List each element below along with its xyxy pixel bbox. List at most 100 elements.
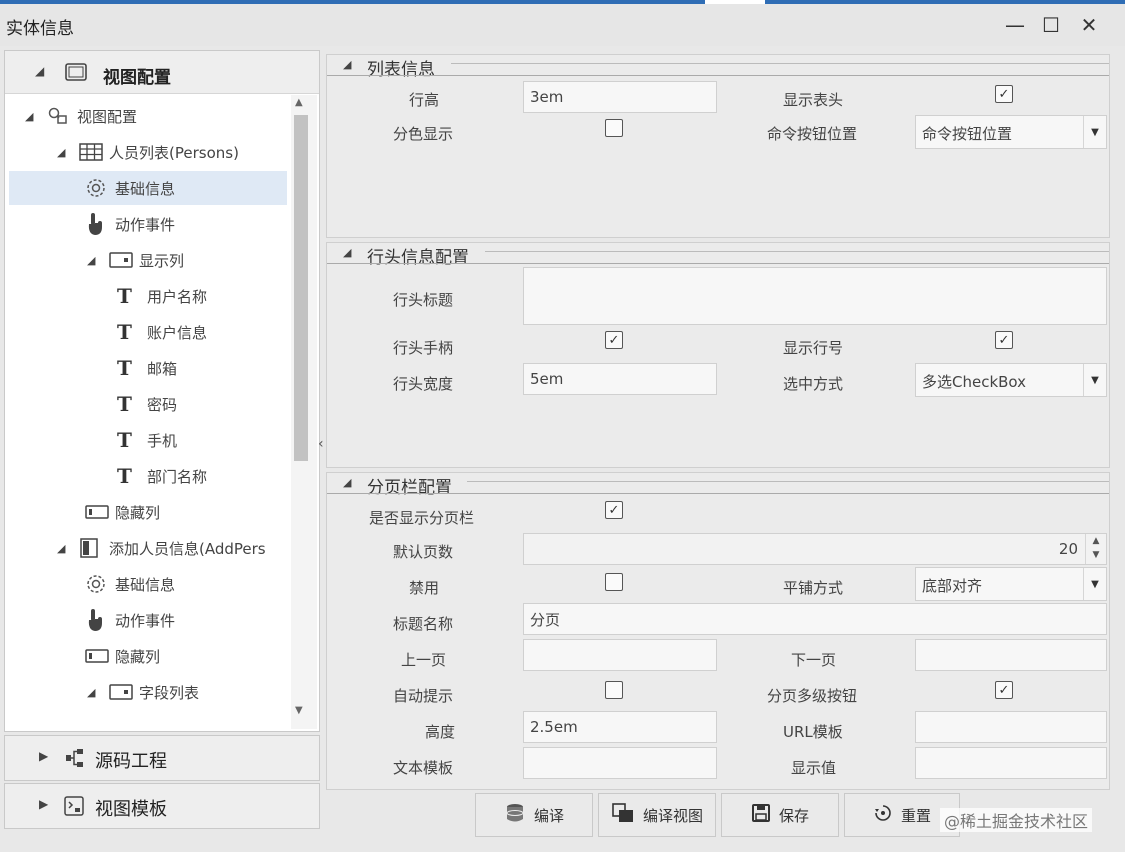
select-mode-value: 多选CheckBox — [922, 373, 1027, 391]
disabled-checkbox[interactable] — [605, 573, 623, 591]
watermark: @稀土掘金技术社区 — [940, 808, 1093, 832]
compile-button[interactable]: 编译 — [475, 793, 593, 837]
tree-node-hidden-columns-2[interactable]: 隐藏列 — [85, 639, 285, 673]
height-input[interactable] — [523, 711, 717, 743]
compile-view-label: 编译视图 — [642, 806, 703, 825]
display-input[interactable] — [915, 747, 1107, 779]
expand-arrow-icon[interactable]: ◢ — [87, 686, 109, 699]
chevron-down-icon[interactable]: ▼ — [1083, 568, 1106, 600]
tree-node-view-config[interactable]: ◢ 视图配置 — [25, 99, 285, 133]
view-config-header[interactable]: ◢ 视图配置 — [5, 51, 319, 94]
tree-node-email[interactable]: T 邮箱 — [117, 351, 287, 385]
show-header-checkbox[interactable]: ✓ — [995, 85, 1013, 103]
accordion-label: 源码工程 — [95, 751, 167, 772]
tree-node-display-columns[interactable]: ◢ 显示列 — [87, 243, 287, 277]
row-header-title-input[interactable] — [523, 267, 1107, 325]
close-button[interactable]: ✕ — [1074, 10, 1104, 40]
caption-label: 标题名称 — [393, 615, 454, 633]
show-rownum-checkbox[interactable]: ✓ — [995, 331, 1013, 349]
row-header-handle-checkbox[interactable]: ✓ — [605, 331, 623, 349]
chevron-down-icon[interactable]: ▼ — [1083, 116, 1106, 148]
expand-arrow-icon[interactable]: ◢ — [57, 542, 79, 555]
tree-node-basic-info-2[interactable]: 基础信息 — [85, 567, 285, 601]
chevron-down-icon[interactable]: ▼ — [1083, 364, 1106, 396]
show-pager-checkbox[interactable]: ✓ — [605, 501, 623, 519]
tree-node-action-events[interactable]: 动作事件 — [85, 207, 285, 241]
expand-arrow-icon[interactable]: ◢ — [57, 146, 79, 159]
expand-arrow-icon[interactable]: ◢ — [87, 254, 109, 267]
tree-node-label: 字段列表 — [139, 683, 200, 702]
tree-node-field-list[interactable]: ◢ 字段列表 — [87, 675, 287, 709]
tree-node-persons[interactable]: ◢ 人员列表(Persons) — [57, 135, 287, 169]
tree-node-label: 动作事件 — [115, 215, 176, 234]
default-pages-spinner[interactable]: 20 ▲ ▼ — [523, 533, 1107, 565]
next-input[interactable] — [915, 639, 1107, 671]
tree-node-username[interactable]: T 用户名称 — [117, 279, 287, 313]
splitter-collapse-icon[interactable]: ‹ — [318, 436, 324, 452]
maximize-button[interactable]: ☐ — [1036, 10, 1066, 40]
save-icon — [751, 803, 771, 827]
url-tpl-input[interactable] — [915, 711, 1107, 743]
multi-btn-checkbox[interactable]: ✓ — [995, 681, 1013, 699]
tree-node-label: 部门名称 — [147, 467, 208, 486]
tree-node-label: 基础信息 — [115, 575, 176, 594]
column-icon — [109, 684, 139, 700]
tile-value: 底部对齐 — [922, 577, 983, 595]
next-label: 下一页 — [791, 651, 837, 669]
row-height-label: 行高 — [409, 91, 440, 109]
alt-color-checkbox[interactable] — [605, 119, 623, 137]
section-header[interactable]: ◢ 行头信息配置 — [327, 243, 1109, 268]
scroll-thumb[interactable] — [294, 115, 308, 461]
text-icon: T — [117, 356, 132, 380]
collapse-arrow-icon[interactable]: ◢ — [343, 476, 351, 489]
prev-input[interactable] — [523, 639, 717, 671]
expand-arrow-icon[interactable]: ◢ — [25, 110, 47, 123]
select-mode-select[interactable]: 多选CheckBox ▼ — [915, 363, 1107, 397]
save-button[interactable]: 保存 — [721, 793, 839, 837]
section-header[interactable]: ◢ 分页栏配置 — [327, 473, 1109, 498]
hand-pointer-icon — [85, 608, 115, 632]
tile-select[interactable]: 底部对齐 ▼ — [915, 567, 1107, 601]
tree-node-action-events-2[interactable]: 动作事件 — [85, 603, 285, 637]
spinner-arrows-icon[interactable]: ▲ ▼ — [1085, 534, 1106, 564]
hand-pointer-icon — [85, 212, 115, 236]
view-config-header-label: 视图配置 — [103, 68, 171, 88]
template-icon — [63, 795, 85, 821]
height-label: 高度 — [425, 723, 456, 741]
copy-icon — [611, 802, 635, 828]
accordion-source-project[interactable]: ▶ 源码工程 — [4, 735, 320, 781]
tree-node-basic-info[interactable]: 基础信息 — [9, 171, 287, 205]
row-header-width-input[interactable] — [523, 363, 717, 395]
text-icon: T — [117, 464, 132, 488]
reset-icon — [873, 803, 893, 827]
window-icon — [65, 63, 87, 85]
scroll-down-icon[interactable]: ▼ — [295, 705, 303, 716]
url-tpl-label: URL模板 — [783, 723, 843, 741]
section-header[interactable]: ◢ 列表信息 — [327, 55, 1109, 80]
cmd-pos-value: 命令按钮位置 — [922, 125, 1013, 143]
row-height-input[interactable] — [523, 81, 717, 113]
accordion-view-template[interactable]: ▶ 视图模板 — [4, 783, 320, 829]
caption-input[interactable] — [523, 603, 1107, 635]
auto-hint-checkbox[interactable] — [605, 681, 623, 699]
gear-icon — [85, 177, 115, 199]
collapse-arrow-icon[interactable]: ◢ — [343, 246, 351, 259]
expand-right-icon: ▶ — [39, 749, 49, 763]
show-pager-label: 是否显示分页栏 — [369, 509, 475, 527]
tree-node-account-info[interactable]: T 账户信息 — [117, 315, 287, 349]
hidden-column-icon — [85, 504, 115, 520]
tree-node-phone[interactable]: T 手机 — [117, 423, 287, 457]
minimize-button[interactable]: — — [1000, 10, 1030, 40]
cmd-pos-select[interactable]: 命令按钮位置 ▼ — [915, 115, 1107, 149]
scroll-up-icon[interactable]: ▲ — [295, 97, 303, 108]
save-label: 保存 — [778, 806, 809, 825]
text-tpl-input[interactable] — [523, 747, 717, 779]
tree-node-add-persons[interactable]: ◢ 添加人员信息(AddPers — [57, 531, 289, 565]
collapse-arrow-icon[interactable]: ◢ — [35, 64, 44, 78]
collapse-arrow-icon[interactable]: ◢ — [343, 58, 351, 71]
tree-node-department[interactable]: T 部门名称 — [117, 459, 287, 493]
tree-node-hidden-columns[interactable]: 隐藏列 — [85, 495, 285, 529]
tree-node-password[interactable]: T 密码 — [117, 387, 287, 421]
tree-scrollbar[interactable]: ▲ ▼ — [291, 95, 317, 729]
compile-view-button[interactable]: 编译视图 — [598, 793, 716, 837]
